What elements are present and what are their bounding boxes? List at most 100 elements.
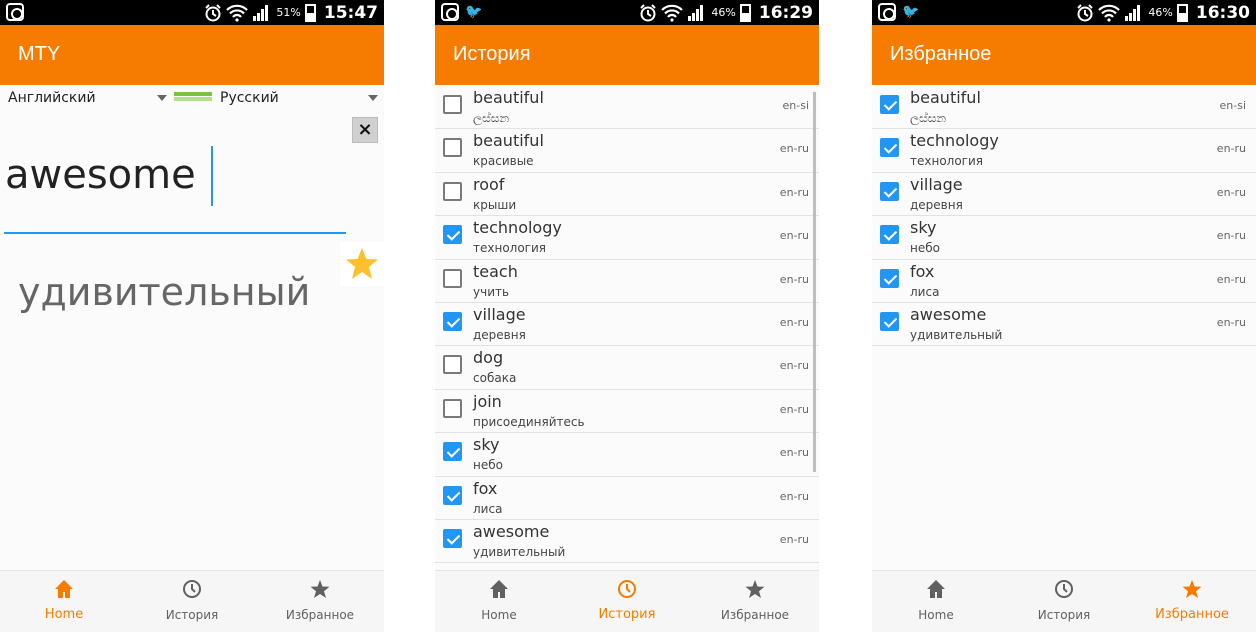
language-pair: en-ru (779, 142, 809, 156)
source-word: awesome (473, 521, 550, 541)
list-item[interactable]: beautiful ලස්සන en-si (435, 86, 819, 130)
source-word: village (473, 304, 526, 324)
target-language-select[interactable]: Русский (220, 90, 279, 106)
list-item[interactable]: fox лиса en-ru (872, 260, 1256, 303)
favorite-checkbox[interactable] (443, 485, 462, 505)
battery-icon (1176, 3, 1188, 22)
alarm-icon (1077, 3, 1094, 21)
translated-word: собака (473, 371, 517, 386)
translated-word: удивительный (473, 544, 566, 559)
app-notification-icon (441, 3, 459, 21)
translated-word: технология (473, 241, 546, 256)
favorite-checkbox[interactable] (443, 268, 462, 288)
translated-word: ලස්සන (473, 111, 510, 125)
favorite-checkbox[interactable] (443, 355, 462, 375)
battery-icon (304, 3, 316, 22)
translated-word: лиса (473, 501, 503, 516)
list-item[interactable]: beautiful ලස්සන en-si (872, 86, 1256, 130)
star-icon (346, 248, 378, 279)
list-item[interactable]: fox лиса en-ru (435, 477, 819, 520)
favorite-checkbox[interactable] (443, 138, 462, 158)
list-item[interactable]: technology технология en-ru (872, 129, 1256, 173)
home-icon (927, 580, 945, 598)
nav-history-label: История (1037, 608, 1091, 622)
twitter-icon: 🐦 (465, 4, 483, 20)
nav-history[interactable]: История (1000, 571, 1128, 632)
favorite-checkbox[interactable] (880, 95, 899, 114)
language-pair: en-ru (779, 402, 809, 416)
source-word: teach (473, 261, 518, 281)
app-bar: Избранное (872, 25, 1256, 85)
favorite-checkbox[interactable] (880, 268, 899, 288)
translation-result: удивительный (18, 270, 311, 314)
chevron-down-icon[interactable] (157, 95, 167, 101)
favorite-checkbox[interactable] (880, 311, 899, 331)
favorite-checkbox[interactable] (443, 398, 462, 418)
list-item[interactable]: teach учить en-ru (435, 260, 819, 303)
history-screen: 🐦 46% 16:29 История beautiful ලස්සන en-si b… (435, 0, 819, 632)
text-cursor (211, 146, 213, 206)
signal-icon (688, 4, 704, 21)
twitter-icon: 🐦 (902, 4, 920, 20)
favorite-checkbox[interactable] (443, 225, 462, 245)
translated-word: деревня (910, 197, 963, 212)
language-pair: en-ru (779, 185, 809, 199)
favorite-checkbox[interactable] (443, 95, 462, 114)
status-time: 16:29 (758, 2, 813, 23)
nav-history[interactable]: История (563, 571, 691, 632)
language-pair: en-ru (1216, 272, 1246, 286)
nav-home[interactable]: Home (872, 571, 1000, 632)
app-bar: MTY (0, 25, 384, 85)
translated-word: лиса (910, 284, 940, 299)
scrollbar[interactable] (813, 92, 816, 472)
nav-history[interactable]: История (128, 571, 256, 632)
nav-home-label: Home (44, 607, 84, 622)
chevron-down-icon[interactable] (368, 95, 378, 101)
nav-favorites[interactable]: Избранное (691, 571, 819, 632)
nav-home-label: Home (481, 608, 517, 622)
source-word: roof (473, 174, 505, 194)
list-item[interactable]: village деревня en-ru (435, 303, 819, 347)
add-favorite-button[interactable] (340, 242, 384, 286)
favorite-checkbox[interactable] (443, 528, 462, 548)
translate-input[interactable]: awesome (5, 152, 196, 198)
list-item[interactable]: sky небо en-ru (435, 433, 819, 477)
nav-favorites[interactable]: Избранное (1128, 571, 1256, 632)
language-pair: en-si (1219, 99, 1247, 112)
nav-favorites-label: Избранное (285, 608, 355, 622)
bottom-navigation: Home История Избранное (0, 570, 384, 632)
favorites-screen: 🐦 46% 16:30 Избранное beautiful ලස්සන en-s… (872, 0, 1256, 632)
source-word: dog (473, 348, 504, 368)
source-word: village (910, 174, 963, 194)
favorite-checkbox[interactable] (443, 311, 462, 331)
list-item[interactable]: awesome удивительный en-ru (872, 303, 1256, 347)
source-language-select[interactable]: Английский (8, 90, 96, 106)
favorite-checkbox[interactable] (880, 225, 899, 245)
favorite-checkbox[interactable] (443, 181, 462, 201)
favorite-checkbox[interactable] (880, 181, 899, 201)
list-item[interactable]: roof крыши en-ru (435, 173, 819, 217)
favorite-checkbox[interactable] (443, 442, 462, 462)
swap-languages-icon[interactable] (174, 92, 212, 106)
source-word: technology (910, 131, 999, 151)
nav-favorites[interactable]: Избранное (256, 571, 384, 632)
nav-home[interactable]: Home (435, 571, 563, 632)
page-title: Избранное (890, 43, 992, 65)
list-item[interactable]: awesome удивительный en-ru (435, 520, 819, 564)
favorite-checkbox[interactable] (880, 138, 899, 158)
app-notification-icon (878, 3, 896, 21)
list-item[interactable]: join присоединяйтесь en-ru (435, 390, 819, 434)
list-item[interactable]: technology технология en-ru (435, 216, 819, 260)
language-selector-bar: Английский Русский (0, 86, 384, 110)
list-item[interactable]: village деревня en-ru (872, 173, 1256, 217)
list-item[interactable]: beautiful красивые en-ru (435, 129, 819, 173)
nav-home[interactable]: Home (0, 571, 128, 632)
bottom-navigation: Home История Избранное (872, 570, 1256, 632)
list-item[interactable]: dog собака en-ru (435, 346, 819, 390)
translated-word: небо (910, 241, 940, 256)
clear-input-button[interactable]: × (352, 117, 378, 143)
language-pair: en-ru (1216, 315, 1246, 329)
nav-favorites-label: Избранное (720, 608, 790, 622)
status-time: 15:47 (323, 2, 378, 23)
list-item[interactable]: sky небо en-ru (872, 216, 1256, 260)
